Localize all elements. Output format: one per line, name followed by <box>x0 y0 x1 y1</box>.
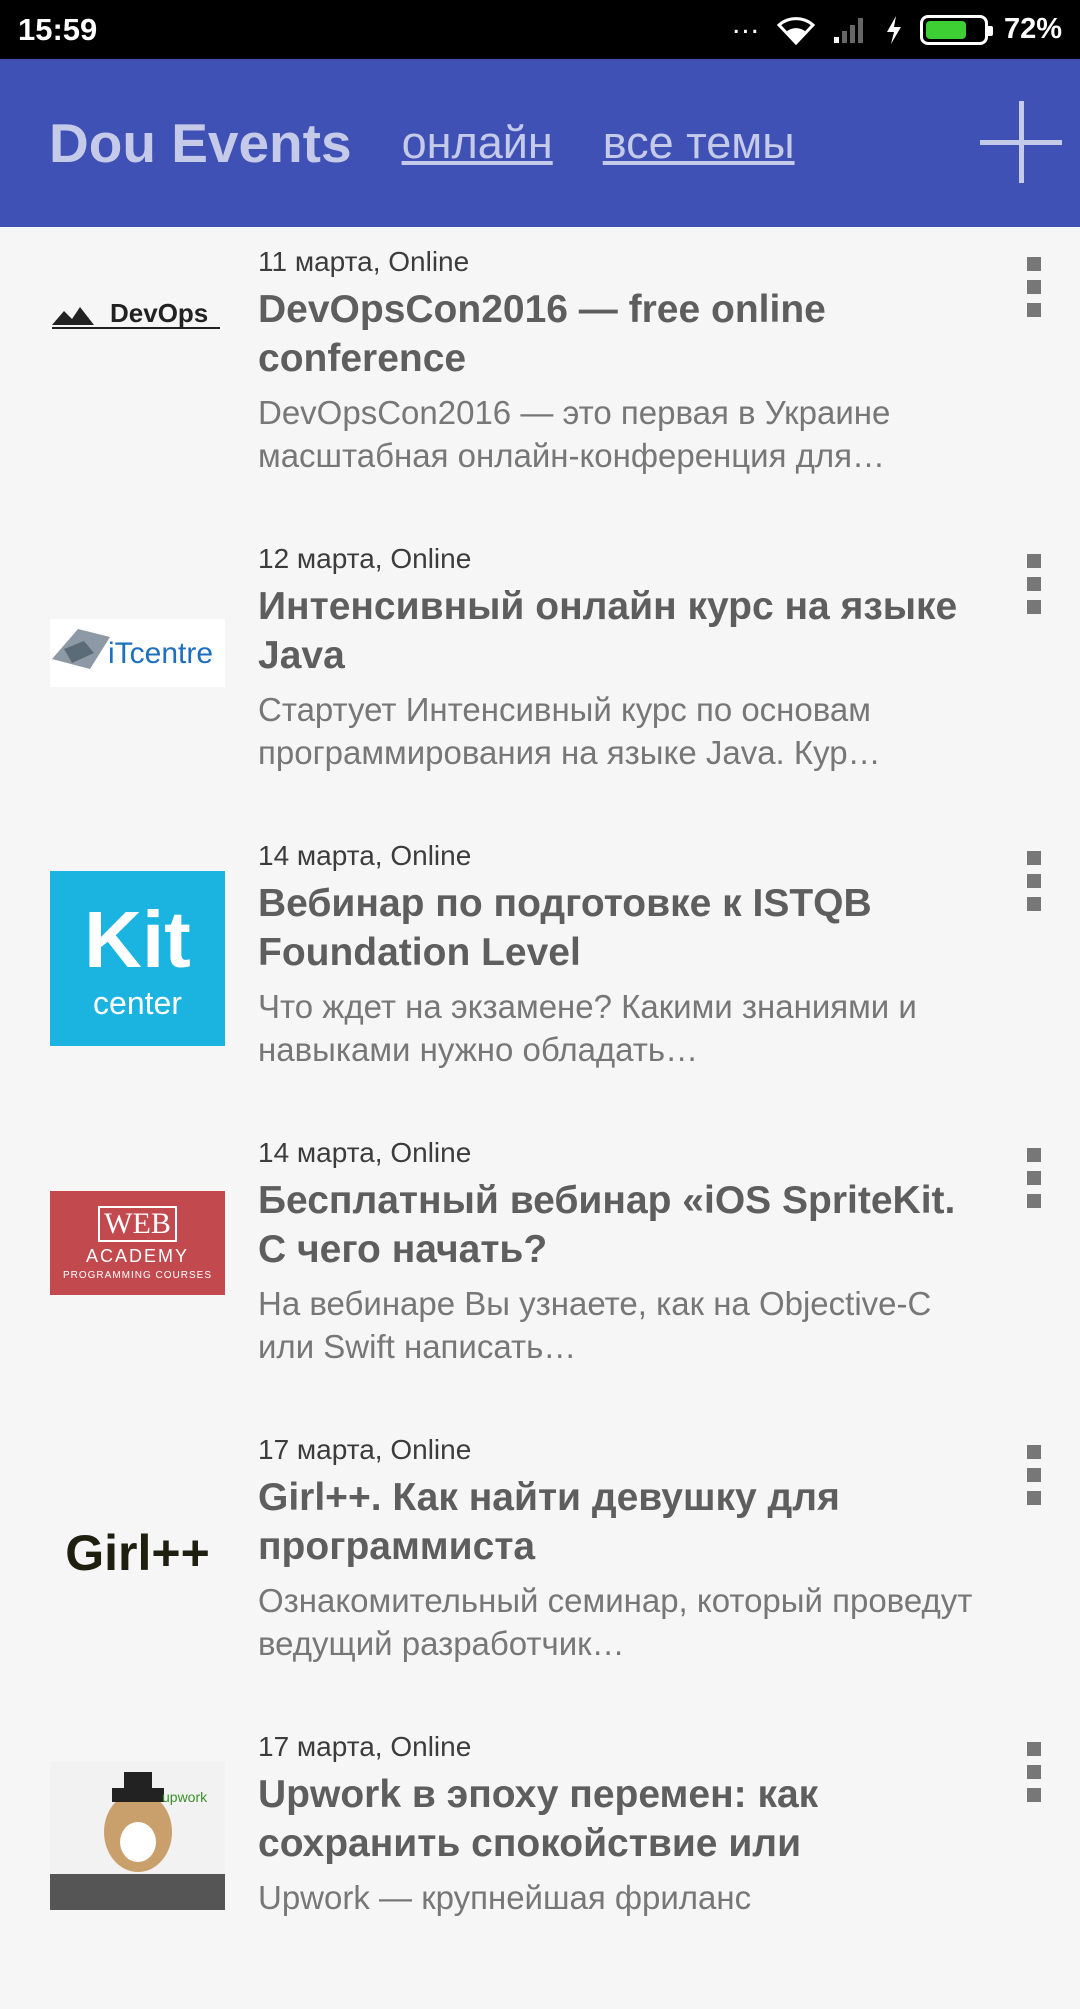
event-date: 14 марта, Online <box>258 840 472 871</box>
event-logo: iTcentre <box>50 619 225 687</box>
filter-topics-link[interactable]: все темы <box>603 117 795 169</box>
status-time: 15:59 <box>18 11 98 47</box>
girl-logo-text: Girl++ <box>65 1524 210 1581</box>
event-item[interactable]: DevOps 11 марта, Online DevOpsCon2016 — … <box>0 227 1080 524</box>
event-date: 11 марта, Online <box>258 246 470 277</box>
app-toolbar: Dou Events онлайн все темы <box>0 59 1080 227</box>
event-title: Girl++. Как найти девушку для программис… <box>258 1476 840 1568</box>
event-description: Стартует Интенсивный курс по основам про… <box>258 691 881 771</box>
event-title: Интенсивный онлайн курс на языке Java <box>258 585 958 677</box>
event-title: Бесплатный вебинар «iOS SpriteKit. С чег… <box>258 1179 956 1271</box>
event-description: Ознакомительный семинар, который проведу… <box>258 1582 973 1662</box>
event-item[interactable]: upwork 17 марта, Online Upwork в эпоху п… <box>0 1712 1080 2009</box>
more-options-icon[interactable] <box>1024 1445 1044 1505</box>
kit-logo-text: Kit <box>84 895 191 984</box>
event-logo: upwork <box>50 1762 225 1910</box>
more-options-icon[interactable] <box>1024 1148 1044 1208</box>
event-description: DevOpsCon2016 — это первая в Украине мас… <box>258 394 891 474</box>
filter-online-link[interactable]: онлайн <box>402 117 553 169</box>
itcentre-logo-icon: iTcentre <box>52 629 213 670</box>
event-description: Upwork — крупнейшая фриланс <box>258 1879 752 1916</box>
kit-logo-subtext: center <box>93 985 182 1021</box>
more-options-icon[interactable] <box>1024 851 1044 911</box>
event-item[interactable]: Kit center 14 марта, Online Вебинар по п… <box>0 821 1080 1118</box>
add-event-button[interactable] <box>980 101 1062 183</box>
events-list: DevOps 11 марта, Online DevOpsCon2016 — … <box>0 227 1080 2009</box>
event-logo: Kit center <box>50 871 225 1046</box>
svg-text:upwork: upwork <box>162 1789 208 1805</box>
battery-percent: 72% <box>1003 13 1062 45</box>
event-item[interactable]: iTcentre 12 марта, Online Интенсивный он… <box>0 524 1080 821</box>
web-logo-subtext2: PROGRAMMING COURSES <box>62 1269 212 1281</box>
upwork-logo-icon: upwork <box>50 1762 225 1910</box>
event-title: Вебинар по подготовке к ISTQB Foundation… <box>258 882 872 974</box>
notification-dots-icon: ... <box>731 6 760 40</box>
battery-icon <box>919 14 993 45</box>
event-date: 17 марта, Online <box>258 1731 472 1762</box>
web-logo-subtext: ACADEMY <box>85 1245 189 1266</box>
event-logo: Girl++ <box>50 1465 225 1640</box>
signal-icon <box>833 17 863 43</box>
event-title: Upwork в эпоху перемен: как сохранить сп… <box>258 1773 819 1865</box>
event-description: Что ждет на экзамене? Какими знаниями и … <box>258 988 917 1068</box>
more-options-icon[interactable] <box>1024 1742 1044 1802</box>
event-logo: DevOps <box>50 275 225 355</box>
devops-logo-icon: DevOps <box>52 298 220 329</box>
event-title: DevOpsCon2016 — free online conference <box>258 288 826 380</box>
status-icons: ... 72% <box>732 8 1062 46</box>
event-description: На вебинаре Вы узнаете, как на Objective… <box>258 1285 932 1365</box>
event-item[interactable]: Girl++ 17 марта, Online Girl++. Как найт… <box>0 1415 1080 1712</box>
app-title: Dou Events <box>49 112 352 174</box>
more-options-icon[interactable] <box>1024 257 1044 317</box>
more-options-icon[interactable] <box>1024 554 1044 614</box>
event-date: 14 марта, Online <box>258 1137 472 1168</box>
svg-text:iTcentre: iTcentre <box>108 637 213 670</box>
event-date: 17 марта, Online <box>258 1434 472 1465</box>
status-bar: 15:59 ... 72% <box>0 0 1080 59</box>
web-logo-text: WEB <box>98 1205 177 1242</box>
wifi-icon <box>776 16 816 45</box>
event-item[interactable]: WEB ACADEMY PROGRAMMING COURSES 14 марта… <box>0 1118 1080 1415</box>
event-date: 12 марта, Online <box>258 543 472 574</box>
svg-text:DevOps: DevOps <box>110 298 208 328</box>
battery-level <box>925 20 967 39</box>
charging-icon <box>886 15 901 44</box>
event-logo: WEB ACADEMY PROGRAMMING COURSES <box>50 1191 225 1295</box>
